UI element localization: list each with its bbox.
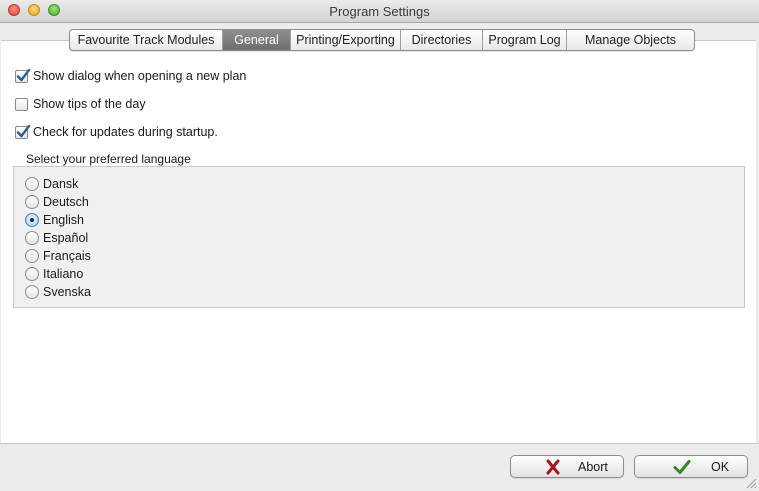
ok-button[interactable]: OK — [634, 455, 748, 478]
radio-deutsch[interactable] — [25, 195, 39, 209]
show-tips-checkbox[interactable] — [15, 97, 28, 111]
program-settings-window: Program Settings Favourite Track Modules… — [0, 0, 759, 491]
language-option-dansk[interactable]: Dansk — [25, 177, 78, 191]
language-label-francais: Français — [43, 249, 91, 263]
language-label-espanol: Español — [43, 231, 89, 245]
language-option-svenska[interactable]: Svenska — [25, 285, 91, 299]
language-radio-group: Dansk Deutsch English Español Français I… — [13, 166, 745, 308]
option-check-updates[interactable]: Check for updates during startup. — [15, 124, 218, 139]
language-option-espanol[interactable]: Español — [25, 231, 88, 245]
option-show-tips[interactable]: Show tips of the day — [15, 97, 146, 111]
language-option-deutsch[interactable]: Deutsch — [25, 195, 89, 209]
radio-dansk[interactable] — [25, 177, 39, 191]
radio-espanol[interactable] — [25, 231, 39, 245]
language-option-francais[interactable]: Français — [25, 249, 91, 263]
tab-manage-objects[interactable]: Manage Objects — [567, 30, 694, 50]
radio-svenska[interactable] — [25, 285, 39, 299]
check-updates-checkbox[interactable] — [15, 124, 31, 139]
language-label-italiano: Italiano — [43, 267, 84, 281]
tab-favourite-track-modules[interactable]: Favourite Track Modules — [70, 30, 223, 50]
tab-directories[interactable]: Directories — [401, 30, 483, 50]
language-option-italiano[interactable]: Italiano — [25, 267, 83, 281]
window-title: Program Settings — [329, 4, 430, 19]
checkmark-icon — [16, 124, 31, 137]
tab-program-log[interactable]: Program Log — [483, 30, 567, 50]
show-tips-label: Show tips of the day — [33, 97, 146, 111]
settings-tabs: Favourite Track Modules General Printing… — [69, 29, 695, 51]
dialog-button-bar: Abort OK — [0, 443, 759, 491]
abort-button-label: Abort — [578, 459, 608, 474]
language-label-dansk: Dansk — [43, 177, 79, 191]
title-bar: Program Settings — [0, 0, 759, 23]
x-mark-icon — [546, 459, 560, 475]
tab-general[interactable]: General — [223, 30, 291, 50]
checkmark-icon — [16, 68, 31, 81]
radio-italiano[interactable] — [25, 267, 39, 281]
resize-grip-icon[interactable] — [745, 477, 757, 489]
check-updates-label: Check for updates during startup. — [33, 125, 218, 139]
ok-button-label: OK — [711, 459, 730, 474]
show-dialog-label: Show dialog when opening a new plan — [33, 69, 247, 83]
language-label-english: English — [43, 213, 84, 227]
show-dialog-checkbox[interactable] — [15, 68, 31, 83]
abort-button[interactable]: Abort — [510, 455, 624, 478]
radio-english[interactable] — [25, 213, 39, 227]
radio-francais[interactable] — [25, 249, 39, 263]
language-label-deutsch: Deutsch — [43, 195, 89, 209]
checkmark-icon — [673, 460, 691, 474]
language-option-english[interactable]: English — [25, 213, 84, 227]
option-show-dialog[interactable]: Show dialog when opening a new plan — [15, 68, 247, 83]
language-label-svenska: Svenska — [43, 285, 91, 299]
language-section-label: Select your preferred language — [26, 152, 191, 166]
tab-printing-exporting[interactable]: Printing/Exporting — [291, 30, 401, 50]
